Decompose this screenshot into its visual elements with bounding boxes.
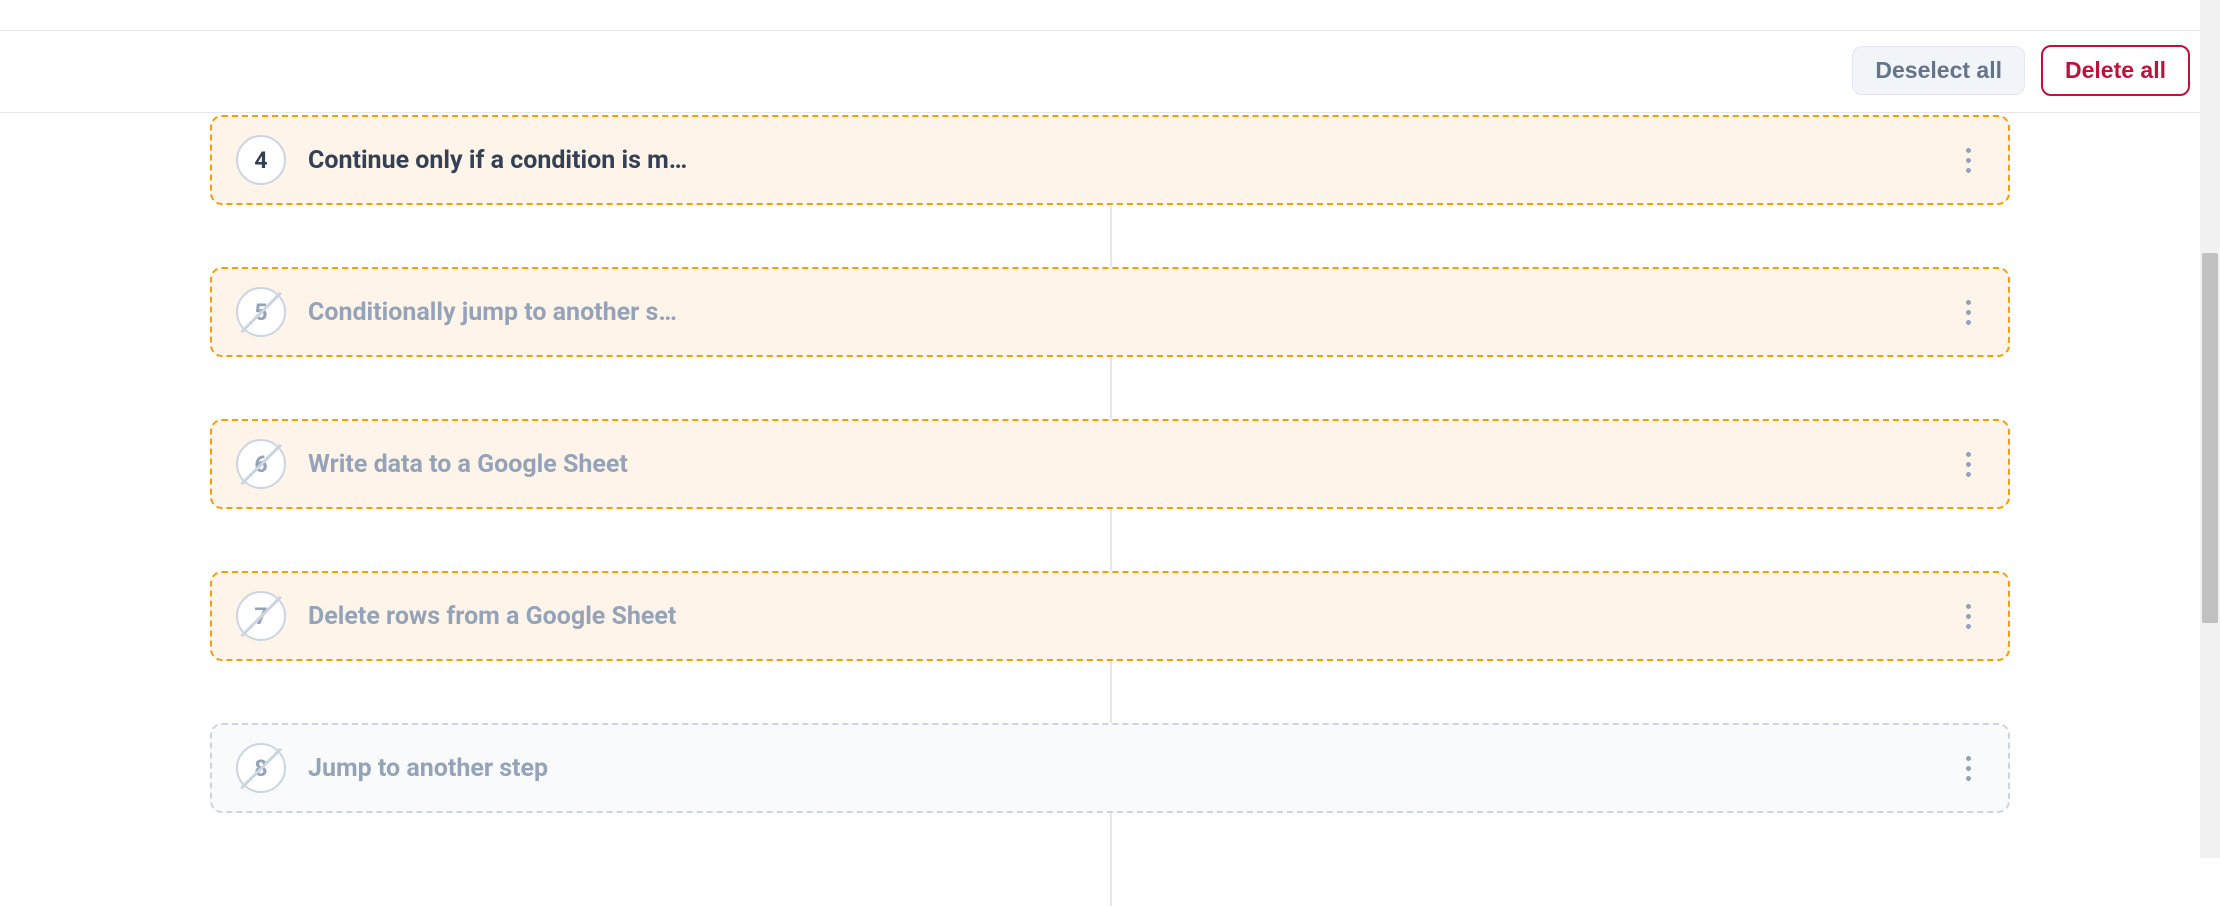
step-row[interactable]: 5 Conditionally jump to another s… <box>210 267 2010 357</box>
more-vertical-icon <box>1966 452 1971 477</box>
deselect-all-button[interactable]: Deselect all <box>1852 46 2025 95</box>
steps-list: 4 Continue only if a condition is m… 5 C… <box>210 112 2010 875</box>
step-title: Continue only if a condition is m… <box>308 146 687 175</box>
step-number-badge: 4 <box>236 135 286 185</box>
step-title: Jump to another step <box>308 754 548 783</box>
step-menu-button[interactable] <box>1952 140 1984 180</box>
step-row[interactable]: 7 Delete rows from a Google Sheet <box>210 571 2010 661</box>
more-vertical-icon <box>1966 756 1971 781</box>
delete-all-button[interactable]: Delete all <box>2041 45 2190 96</box>
more-vertical-icon <box>1966 148 1971 173</box>
step-row[interactable]: 8 Jump to another step <box>210 723 2010 813</box>
step-menu-button[interactable] <box>1952 292 1984 332</box>
step-row[interactable]: 6 Write data to a Google Sheet <box>210 419 2010 509</box>
more-vertical-icon <box>1966 300 1971 325</box>
top-divider <box>0 30 2220 31</box>
step-title: Write data to a Google Sheet <box>308 450 628 479</box>
step-menu-button[interactable] <box>1952 444 1984 484</box>
step-title: Delete rows from a Google Sheet <box>308 602 676 631</box>
step-number-badge: 7 <box>236 591 286 641</box>
step-menu-button[interactable] <box>1952 596 1984 636</box>
step-number-badge: 5 <box>236 287 286 337</box>
step-title: Conditionally jump to another s… <box>308 298 677 327</box>
step-row[interactable]: 4 Continue only if a condition is m… <box>210 115 2010 205</box>
toolbar: Deselect all Delete all <box>1852 45 2190 96</box>
scrollbar-thumb[interactable] <box>2202 253 2218 623</box>
scrollbar-track[interactable] <box>2200 0 2220 858</box>
step-number-badge: 6 <box>236 439 286 489</box>
step-menu-button[interactable] <box>1952 748 1984 788</box>
step-number-badge: 8 <box>236 743 286 793</box>
more-vertical-icon <box>1966 604 1971 629</box>
